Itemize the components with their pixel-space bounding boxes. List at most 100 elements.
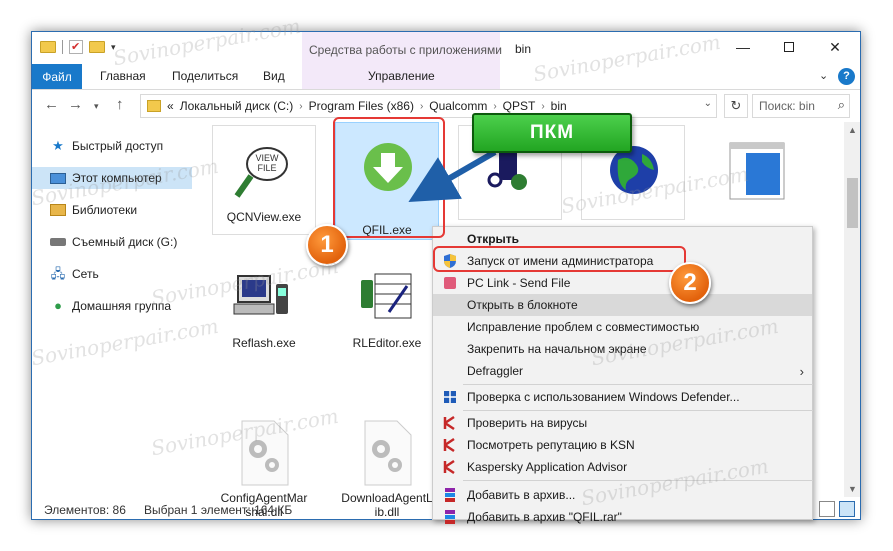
search-placeholder: Поиск: bin [759,99,815,113]
tab-file[interactable]: Файл [32,64,82,89]
kaspersky-icon [443,437,455,453]
title-bar: ▾ Средства работы с приложениями bin — ✕ [32,32,860,90]
menu-item-defraggler[interactable]: Defraggler › [433,360,812,382]
sidebar-item-homegroup[interactable]: ● Домашняя группа [44,295,171,317]
refresh-button[interactable]: ↻ [724,94,748,118]
maximize-button[interactable] [766,32,812,62]
breadcrumb-item[interactable]: QPST [503,99,536,113]
file-item-reflash[interactable]: Reflash.exe [212,252,316,362]
svg-text:VIEW: VIEW [255,153,279,163]
dll-gear-icon [364,420,412,486]
recent-locations-button[interactable]: ▾ [94,101,99,112]
menu-item-label: Kaspersky Application Advisor [467,460,628,474]
rleditor-icon [361,273,412,319]
menu-item-windows-defender[interactable]: Проверка с использованием Windows Defend… [433,386,812,408]
right-click-label: ПКМ [472,113,632,153]
sidebar-item-label: Библиотеки [72,203,138,217]
address-dropdown-icon[interactable]: ⌄ [704,98,712,109]
breadcrumb-item[interactable]: Qualcomm [429,99,487,113]
chevron-right-icon[interactable]: › [420,101,423,112]
homegroup-icon: ● [54,298,62,313]
qfil-highlight-frame [333,117,445,238]
sidebar-item-libraries[interactable]: Библиотеки [44,199,137,221]
folder-icon [147,100,161,112]
tab-view[interactable]: Вид [263,69,285,83]
close-button[interactable]: ✕ [812,32,858,62]
sidebar-item-this-pc[interactable]: Этот компьютер [32,167,192,189]
dll-gear-icon [241,420,289,486]
tab-manage[interactable]: Управление [368,69,435,83]
run-as-admin-highlight-frame [433,246,686,272]
computer-icon [50,172,66,184]
file-name: Reflash.exe [232,336,296,350]
selection-info: Выбран 1 элемент: 164 КБ [144,503,293,517]
menu-item-pc-link[interactable]: PC Link - Send File [433,272,812,294]
kaspersky-icon [443,459,455,475]
minimize-button[interactable]: — [720,32,766,62]
menu-item-ksn-reputation[interactable]: Посмотреть репутацию в KSN [433,434,812,456]
chevron-right-icon[interactable]: › [299,101,302,112]
up-button[interactable]: ↑ [116,96,124,113]
navigation-pane: ★ Быстрый доступ Этот компьютер Библиоте… [32,127,192,497]
menu-item-troubleshoot-compatibility[interactable]: Исправление проблем с совместимостью [433,316,812,338]
menu-item-pin-to-start[interactable]: Закрепить на начальном экране [433,338,812,360]
file-item-window[interactable] [704,125,808,220]
scroll-up-icon[interactable]: ▲ [848,125,857,135]
step-1-badge: 1 [306,224,348,266]
sidebar-item-quick-access[interactable]: ★ Быстрый доступ [44,135,163,157]
chevron-right-icon: › [799,363,804,379]
new-folder-icon[interactable] [89,41,105,53]
file-item-rleditor[interactable]: RLEditor.exe [335,252,439,362]
chevron-right-icon[interactable]: › [541,101,544,112]
window-title: bin [515,42,532,56]
tools-context-label: Средства работы с приложениями [309,43,502,57]
sidebar-item-network[interactable]: 🖧 Сеть [44,263,99,285]
sidebar-item-label: Съемный диск (G:) [72,235,178,249]
tab-share[interactable]: Поделиться [172,69,238,83]
menu-item-label: Добавить в архив... [467,488,576,502]
menu-item-add-to-archive[interactable]: Добавить в архив... [433,484,812,506]
back-button[interactable]: ← [44,96,59,113]
sidebar-item-label: Сеть [72,267,99,281]
divider [62,40,63,54]
scrollbar-thumb[interactable] [847,178,858,228]
file-name: RLEditor.exe [352,336,422,350]
large-icons-view-button[interactable] [839,501,855,517]
menu-item-label: Проверка с использованием Windows Defend… [467,390,740,404]
defender-icon [444,391,456,403]
search-icon: ⌕ [837,97,845,112]
menu-divider [463,480,813,481]
address-overflow[interactable]: « [167,99,174,113]
star-icon: ★ [52,138,64,153]
vertical-scrollbar[interactable]: ▲ ▼ [844,122,860,497]
breadcrumb-item[interactable]: bin [551,99,567,113]
menu-item-label: Закрепить на начальном экране [467,342,647,356]
scroll-down-icon[interactable]: ▼ [848,484,857,494]
tab-home[interactable]: Главная [100,69,146,83]
view-switcher [819,501,855,517]
menu-item-label: Добавить в архив "QFIL.rar" [467,510,622,524]
search-input[interactable]: Поиск: bin ⌕ [752,94,850,118]
file-item-qcnview[interactable]: VIEW FILE QCNView.exe [212,125,316,235]
folder-icon[interactable] [40,41,56,53]
chevron-right-icon[interactable]: › [493,101,496,112]
breadcrumb-item[interactable]: Локальный диск (C:) [180,99,294,113]
quick-access-toolbar: ▾ [40,40,116,54]
help-button[interactable]: ? [838,68,855,85]
chevron-down-icon[interactable]: ▾ [111,42,116,53]
sidebar-item-removable-drive[interactable]: Съемный диск (G:) [44,231,177,253]
details-view-button[interactable] [819,501,835,517]
pclink-icon [444,277,456,289]
menu-item-open-in-notepad[interactable]: Открыть в блокноте [433,294,812,316]
menu-item-add-to-qfil-rar[interactable]: Добавить в архив "QFIL.rar" [433,506,812,528]
ribbon-expand-icon[interactable]: ⌄ [819,69,828,82]
menu-item-label: Defraggler [467,364,524,378]
qcnview-icon: VIEW FILE [234,147,288,198]
menu-item-scan-viruses[interactable]: Проверить на вирусы [433,412,812,434]
menu-item-kaspersky-advisor[interactable]: Kaspersky Application Advisor [433,456,812,478]
breadcrumb-item[interactable]: Program Files (x86) [309,99,414,113]
properties-icon[interactable] [69,40,83,54]
menu-item-label: Проверить на вирусы [467,416,588,430]
forward-button[interactable]: → [68,96,83,113]
winrar-icon [445,488,455,502]
